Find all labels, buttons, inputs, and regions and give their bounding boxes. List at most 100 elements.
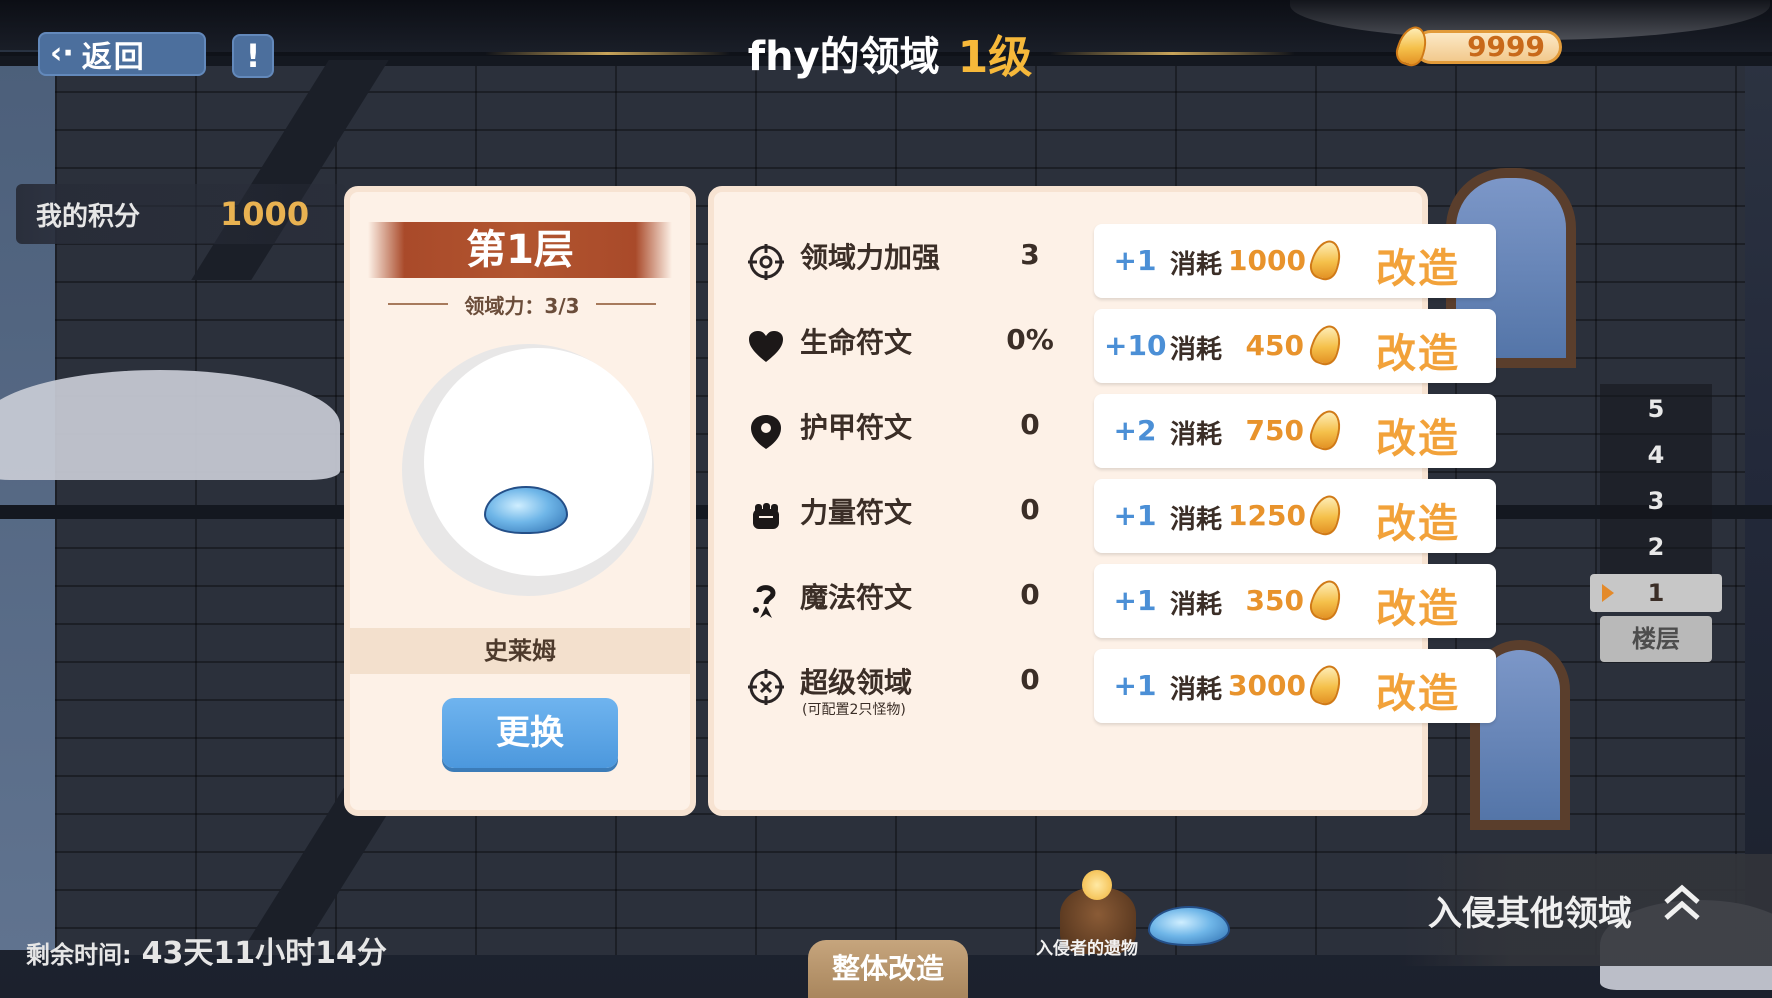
cost-value: 1250 (1228, 499, 1306, 532)
upgrade-increment: +2 (1113, 414, 1157, 447)
cost-label: 消耗 (1170, 335, 1223, 365)
cost-label: 消耗 (1170, 590, 1223, 620)
upgrade-value: 0 (1020, 493, 1040, 526)
upgrade-row: 力量符文 0 +1 消耗 1250 改造 (740, 479, 1496, 555)
upgrade-action: +1 消耗 1000 改造 (1094, 224, 1496, 298)
domain-name: fhy的领域 (747, 34, 940, 80)
upgrade-action: +2 消耗 750 改造 (1094, 394, 1496, 468)
cost-value: 350 (1245, 584, 1304, 617)
upgrade-increment: +1 (1113, 244, 1157, 277)
floor-number: 1 (1647, 579, 1665, 607)
upgrade-increment: +1 (1113, 499, 1157, 532)
page-title: fhy的领域 1级 (460, 24, 1320, 83)
upgrade-name: 超级领域 (800, 666, 913, 699)
upgrade-action: +1 消耗 3000 改造 (1094, 649, 1496, 723)
upgrade-action: +1 消耗 350 改造 (1094, 564, 1496, 638)
upgrade-value: 0 (1020, 663, 1040, 696)
crystal-icon (1306, 321, 1346, 369)
floor-item[interactable]: 2 (1590, 528, 1722, 566)
layer-title: 第1层 (368, 222, 672, 278)
upgrade-name: 魔法符文 (800, 581, 913, 614)
upgrade-button[interactable]: 改造 (1376, 661, 1460, 719)
target-icon (746, 667, 786, 707)
caret-right-icon (1602, 584, 1614, 602)
upgrade-value: 3 (1020, 238, 1040, 271)
upgrade-row: 生命符文 0% +10 消耗 450 改造 (740, 309, 1496, 385)
crystal-icon (1392, 22, 1432, 70)
cost-value: 3000 (1228, 669, 1306, 702)
cost-label: 消耗 (1170, 250, 1223, 280)
fist-icon (746, 497, 786, 537)
swap-monster-button[interactable]: 更换 (442, 698, 618, 768)
upgrade-value: 0 (1020, 408, 1040, 441)
relic-label: 入侵者的遗物 (1036, 939, 1138, 959)
upgrade-action: +10 消耗 450 改造 (1094, 309, 1496, 383)
double-chevron-up-icon (1664, 884, 1700, 920)
my-score: 我的积分 1000 (16, 184, 346, 244)
cloud (0, 370, 340, 480)
magic-icon (746, 582, 786, 622)
floor-item[interactable]: 5 (1590, 390, 1722, 428)
upgrade-button[interactable]: 改造 (1376, 236, 1460, 294)
upgrade-button[interactable]: 改造 (1376, 491, 1460, 549)
monster-portrait (402, 344, 654, 596)
domain-power: 领域力：3/3 (378, 290, 666, 318)
heart-icon (746, 327, 786, 367)
cost-label: 消耗 (1170, 420, 1223, 450)
cost-value: 1000 (1228, 244, 1306, 277)
upgrade-name: 力量符文 (800, 496, 913, 529)
currency-display: 9999 (1392, 22, 1562, 70)
upgrade-increment: +1 (1113, 669, 1157, 702)
upgrade-name: 领域力加强 (800, 241, 941, 274)
upgrade-name: 护甲符文 (800, 411, 913, 444)
floor-selector: 5 4 3 2 1 楼层 (1590, 384, 1722, 666)
domain-level: 1级 (957, 32, 1033, 83)
upgrade-increment: +1 (1113, 584, 1157, 617)
cost-value: 750 (1245, 414, 1304, 447)
upgrade-increment: +10 (1104, 329, 1167, 362)
whole-upgrade-button[interactable]: 整体改造 (808, 940, 968, 998)
info-button[interactable]: ! (232, 34, 274, 78)
layer-card: 第1层 领域力：3/3 史莱姆 更换 (344, 186, 696, 816)
crystal-icon (1082, 870, 1112, 900)
cost-value: 450 (1245, 329, 1304, 362)
slime-icon (1148, 906, 1230, 946)
title-divider-right (1050, 51, 1296, 55)
upgrade-value: 0% (1006, 323, 1054, 356)
upgrade-button[interactable]: 改造 (1376, 576, 1460, 634)
upgrade-button[interactable]: 改造 (1376, 406, 1460, 464)
invade-other-domain-button[interactable]: 入侵其他领域 (1400, 854, 1772, 966)
crystal-icon (1306, 491, 1346, 539)
intruder-relic[interactable]: 入侵者的遗物 (1030, 860, 1230, 960)
back-button[interactable]: ‹· 返回 (38, 32, 206, 76)
upgrade-row: 护甲符文 0 +2 消耗 750 改造 (740, 394, 1496, 470)
upgrade-row: 魔法符文 0 +1 消耗 350 改造 (740, 564, 1496, 640)
chevron-left-icon: ‹· (50, 36, 74, 71)
cost-label: 消耗 (1170, 505, 1223, 535)
shield-icon (746, 412, 786, 452)
title-divider-left (484, 51, 730, 55)
time-label: 剩余时间: (26, 941, 132, 969)
floor-item-selected[interactable]: 1 (1590, 574, 1722, 612)
time-value: 43天11小时14分 (141, 936, 387, 971)
remaining-time: 剩余时间: 43天11小时14分 (26, 928, 387, 972)
upgrade-row: 领域力加强 3 +1 消耗 1000 改造 (740, 224, 1496, 300)
crosshair-icon (746, 242, 786, 282)
back-label: 返回 (81, 40, 146, 75)
upgrade-row: 超级领域 (可配置2只怪物) 0 +1 消耗 3000 改造 (740, 649, 1496, 725)
floor-item[interactable]: 4 (1590, 436, 1722, 474)
crystal-icon (1306, 236, 1346, 284)
upgrade-value: 0 (1020, 578, 1040, 611)
upgrade-action: +1 消耗 1250 改造 (1094, 479, 1496, 553)
crystal-icon (1306, 576, 1346, 624)
domain-power-text: 领域力：3/3 (464, 293, 580, 318)
upgrade-panel: 领域力加强 3 +1 消耗 1000 改造 生命符文 0% +10 消耗 450… (708, 186, 1496, 816)
upgrade-note: (可配置2只怪物) (802, 702, 906, 718)
score-label: 我的积分 (36, 201, 141, 232)
invade-label: 入侵其他领域 (1428, 894, 1632, 934)
floor-item[interactable]: 3 (1590, 482, 1722, 520)
upgrade-button[interactable]: 改造 (1376, 321, 1460, 379)
monster-name: 史莱姆 (350, 628, 690, 674)
currency-amount: 9999 (1414, 30, 1562, 64)
crystal-icon (1306, 661, 1346, 709)
